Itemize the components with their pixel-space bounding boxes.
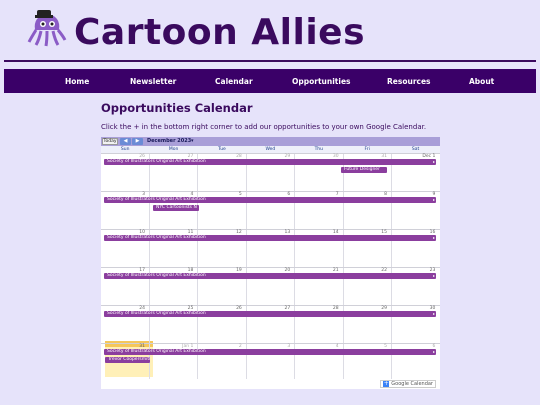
event-society-of-illustrators[interactable]: Society of Illustrators Original Art Exh… [104, 159, 436, 165]
weekday-tue: Tue [197, 146, 247, 153]
google-calendar-embed: Today ◀ ▶ December 2023 ▾ Sun Mon Tue We… [101, 137, 440, 389]
main-nav: Home Newsletter Calendar Opportunities R… [4, 69, 536, 93]
continues-arrow-icon: ▸ [432, 197, 435, 202]
event-title: Society of Illustrators Original Art Exh… [107, 159, 206, 164]
continues-arrow-icon: ▸ [432, 349, 435, 354]
add-to-google-calendar-button[interactable]: + Google Calendar [380, 380, 436, 388]
header-divider [4, 60, 536, 62]
event-title: Society of Illustrators Original Art Exh… [107, 197, 206, 202]
prev-month-icon[interactable]: ◀ [120, 138, 131, 145]
event-society-of-illustrators[interactable]: Society of Illustrators Original Art Exh… [104, 349, 436, 355]
event-future-designer[interactable]: Future Designer [341, 167, 387, 173]
nav-newsletter[interactable]: Newsletter [130, 77, 176, 86]
calendar-toolbar: Today ◀ ▶ December 2023 ▾ [101, 137, 440, 146]
event-society-of-illustrators[interactable]: Society of Illustrators Original Art Exh… [104, 197, 436, 203]
weekday-wed: Wed [246, 146, 295, 153]
event-nyc-cartoonists[interactable]: NYC Cartoonists N [153, 205, 199, 211]
nav-opportunities[interactable]: Opportunities [292, 77, 351, 86]
octopus-logo-icon [27, 10, 67, 47]
weekday-thu: Thu [294, 146, 343, 153]
event-society-of-illustrators[interactable]: Society of Illustrators Original Art Exh… [104, 311, 436, 317]
next-month-icon[interactable]: ▶ [132, 138, 143, 145]
event-society-of-illustrators[interactable]: Society of Illustrators Original Art Exh… [104, 235, 436, 241]
event-title: Society of Illustrators Original Art Exh… [107, 273, 206, 278]
continues-arrow-icon: ▸ [432, 235, 435, 240]
intro-text: Click the + in the bottom right corner t… [101, 123, 427, 131]
month-label: December 2023 [147, 138, 192, 144]
event-trevor-coopersmith[interactable]: Trevor Coopersmith [105, 357, 150, 363]
weekday-sun: Sun [101, 146, 150, 153]
plus-icon: + [383, 380, 390, 387]
nav-calendar[interactable]: Calendar [215, 77, 253, 86]
event-society-of-illustrators[interactable]: Society of Illustrators Original Art Exh… [104, 273, 436, 279]
page-title: Opportunities Calendar [101, 101, 253, 115]
weekday-mon: Mon [149, 146, 198, 153]
today-button[interactable]: Today [102, 138, 118, 145]
site-title[interactable]: Cartoon Allies [74, 11, 365, 55]
event-title: Society of Illustrators Original Art Exh… [107, 235, 206, 240]
nav-home[interactable]: Home [65, 77, 89, 86]
weekday-sat: Sat [391, 146, 440, 153]
nav-resources[interactable]: Resources [387, 77, 431, 86]
nav-about[interactable]: About [469, 77, 494, 86]
event-title: Society of Illustrators Original Art Exh… [107, 349, 206, 354]
google-calendar-label: Google Calendar [391, 381, 433, 387]
continues-arrow-icon: ▸ [432, 159, 435, 164]
calendar-footer: + Google Calendar [101, 379, 440, 389]
weekday-fri: Fri [343, 146, 392, 153]
month-dropdown-icon[interactable]: ▾ [191, 138, 194, 145]
continues-arrow-icon: ▸ [432, 311, 435, 316]
continues-arrow-icon: ▸ [432, 273, 435, 278]
event-title: Society of Illustrators Original Art Exh… [107, 311, 206, 316]
